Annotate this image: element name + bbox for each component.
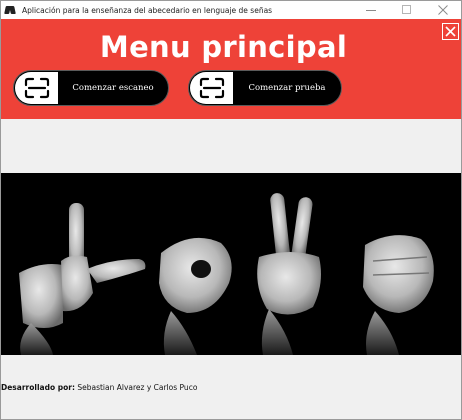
minimize-button[interactable] [353,1,389,19]
app-window: Aplicación para la enseñanza del abeceda… [0,0,462,420]
scan-frame-icon-holder [15,72,58,104]
header-banner: Menu principal Comenzar escaneo Comenzar… [1,19,461,119]
maximize-button[interactable] [389,1,425,19]
title-bar: Aplicación para la enseñanza del abeceda… [1,1,461,19]
window-controls [353,1,461,19]
hands-illustration [1,173,461,355]
sign-language-hands-image [1,173,461,355]
start-scan-label: Comenzar escaneo [72,83,154,93]
developer-credits: Desarrollado por: Sebastian Alvarez y Ca… [1,383,197,392]
start-test-button[interactable]: Comenzar prueba [188,70,342,106]
window-title: Aplicación para la enseñanza del abeceda… [22,5,273,15]
credits-label: Desarrollado por: [1,383,75,392]
window-close-icon [438,5,448,15]
window-close-button[interactable] [425,1,461,19]
close-button[interactable] [442,23,459,40]
maximize-icon [402,5,411,14]
start-scan-button[interactable]: Comenzar escaneo [13,70,169,106]
scan-frame-icon-holder [190,72,233,104]
scan-frame-icon [24,77,49,99]
close-icon [445,26,456,37]
start-test-label: Comenzar prueba [248,83,326,93]
credits-authors: Sebastian Alvarez y Carlos Puco [77,383,198,392]
scan-frame-icon [199,77,224,99]
minimize-icon [366,10,376,11]
app-icon [5,5,17,15]
page-title: Menu principal [99,30,348,64]
